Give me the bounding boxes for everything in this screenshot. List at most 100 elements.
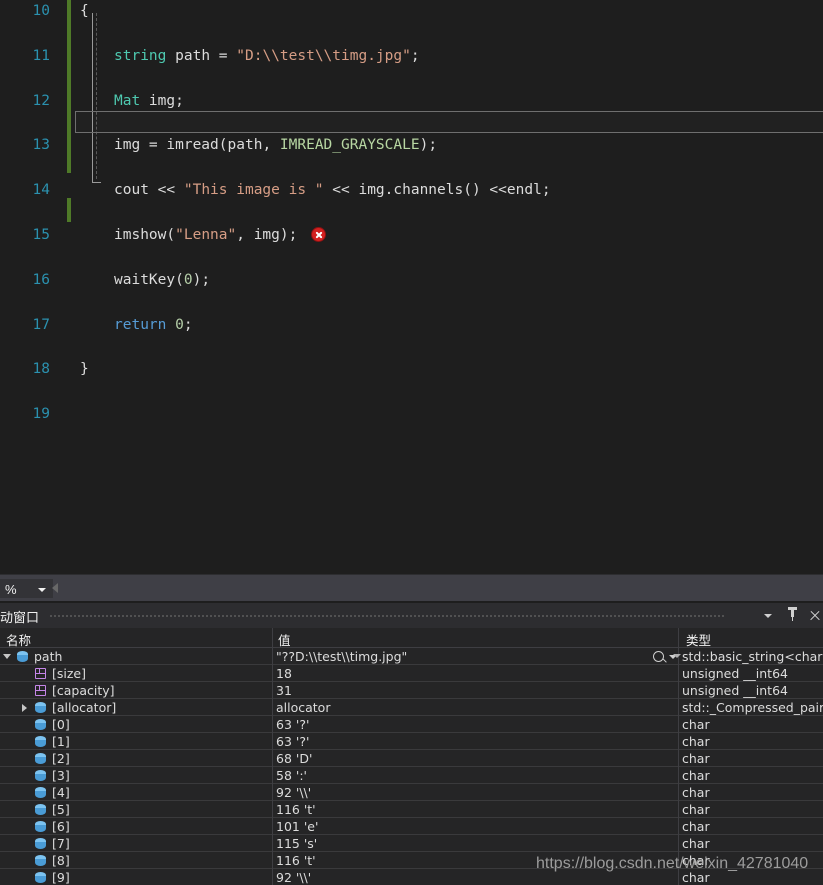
variable-value[interactable]: 58 ':'	[276, 768, 674, 783]
variable-value[interactable]: 116 't'	[276, 802, 674, 817]
close-button[interactable]	[806, 607, 823, 624]
code-token: "D:\\test\\timg.jpg"	[236, 47, 411, 64]
expand-arrow-icon[interactable]	[21, 704, 29, 712]
variable-value[interactable]: 63 '?'	[276, 717, 674, 732]
table-row[interactable]: path "??D:\\test\\timg.jpg" std::basic_str…	[0, 648, 823, 665]
code-lines-container[interactable]: 10 { 11 string path = "D:\\test\\timg.jpg";…	[0, 0, 823, 422]
column-divider[interactable]	[272, 628, 273, 648]
code-token: (	[166, 226, 176, 243]
code-line[interactable]: 18}	[0, 358, 823, 380]
code-text: return 0;	[114, 314, 193, 336]
zoom-level-value: %	[5, 582, 17, 597]
variable-type: std::_Compressed_pair...	[682, 700, 823, 715]
variable-name: path	[34, 649, 63, 664]
variable-value[interactable]: 92 '\\'	[276, 870, 674, 885]
variable-value[interactable]: 115 's'	[276, 836, 674, 851]
variable-value[interactable]: 92 '\\'	[276, 785, 674, 800]
table-row[interactable]: [5] 116 't' char	[0, 801, 823, 818]
code-token: <<	[157, 182, 184, 199]
code-token: ;	[541, 182, 551, 199]
code-line[interactable]: 17 return 0;	[0, 314, 823, 336]
sphere-bottom	[35, 842, 46, 849]
code-line[interactable]: 15 imshow("Lenna", img);	[0, 224, 823, 246]
pin-button[interactable]	[784, 607, 801, 624]
code-token: path	[175, 47, 211, 64]
autos-dropdown-button[interactable]	[760, 607, 777, 624]
scroll-left-arrow-icon[interactable]	[52, 583, 58, 593]
code-token: Mat	[114, 92, 141, 109]
variable-value[interactable]: 68 'D'	[276, 751, 674, 766]
table-row[interactable]: [7] 115 's' char	[0, 835, 823, 852]
variable-type: unsigned __int64	[682, 666, 788, 681]
table-row[interactable]: [0] 63 '?' char	[0, 716, 823, 733]
code-line[interactable]: 14 cout << "This image is " << img.channe…	[0, 179, 823, 201]
sphere-bottom	[35, 825, 46, 832]
collapse-arrow-icon[interactable]	[3, 653, 11, 661]
sphere-icon	[35, 804, 46, 815]
code-line[interactable]: 12 Mat img;	[0, 90, 823, 112]
chevron-down-icon[interactable]	[673, 654, 681, 658]
table-body[interactable]: path "??D:\\test\\timg.jpg" std::basic_str…	[0, 648, 823, 885]
variable-value[interactable]: allocator	[276, 700, 674, 715]
variable-name: [0]	[52, 717, 70, 732]
column-header-name[interactable]: 名称	[6, 630, 31, 649]
table-row[interactable]: [2] 68 'D' char	[0, 750, 823, 767]
variable-name: [6]	[52, 819, 70, 834]
code-token: waitKey	[114, 271, 176, 288]
variable-value[interactable]: 116 't'	[276, 853, 674, 868]
code-line[interactable]: 19	[0, 403, 823, 425]
code-token: ;	[288, 226, 298, 243]
sphere-icon	[35, 787, 46, 798]
variable-type: char	[682, 734, 710, 749]
cell-divider	[678, 699, 679, 716]
variable-value[interactable]: 101 'e'	[276, 819, 674, 834]
code-editor[interactable]: 10 { 11 string path = "D:\\test\\timg.jpg";…	[0, 0, 823, 574]
table-row[interactable]: [4] 92 '\\' char	[0, 784, 823, 801]
search-icon[interactable]	[653, 651, 664, 662]
variable-value[interactable]: 63 '?'	[276, 734, 674, 749]
code-token: img =	[114, 137, 167, 154]
sphere-icon	[35, 753, 46, 764]
cell-divider	[678, 716, 679, 733]
cell-divider	[272, 784, 273, 801]
autos-variables-table[interactable]: 名称 值 类型 path "??D:\\test\\timg.jpg" std::b…	[0, 628, 823, 885]
code-block-bracket	[92, 13, 101, 183]
code-token: ;	[428, 137, 438, 154]
cell-divider	[678, 835, 679, 852]
code-token: <<	[480, 182, 507, 199]
table-row[interactable]: [9] 92 '\\' char	[0, 869, 823, 885]
column-header-value[interactable]: 值	[278, 630, 291, 649]
code-line[interactable]: 16 waitKey(0);	[0, 269, 823, 291]
table-row[interactable]: [3] 58 ':' char	[0, 767, 823, 784]
editor-zoom-statusbar: %	[0, 574, 823, 601]
variable-value[interactable]: 31	[276, 683, 674, 698]
code-line[interactable]: 13 img = imread(path, IMREAD_GRAYSCALE);	[0, 134, 823, 156]
table-row[interactable]: [allocator] allocator std::_Compressed_pai…	[0, 699, 823, 716]
autos-panel-title: 自动窗口	[0, 611, 40, 626]
code-token: ()	[463, 182, 481, 199]
code-line[interactable]: 10 {	[0, 0, 823, 22]
drag-grip[interactable]	[49, 614, 726, 617]
variable-type: char	[682, 717, 710, 732]
code-token: cout	[114, 182, 158, 199]
sphere-bottom	[35, 774, 46, 781]
variable-value[interactable]: 18	[276, 666, 674, 681]
table-row[interactable]: [1] 63 '?' char	[0, 733, 823, 750]
variable-value[interactable]: "??D:\\test\\timg.jpg"	[276, 649, 674, 664]
sphere-bottom	[35, 740, 46, 747]
code-token: endl	[506, 182, 542, 199]
error-icon[interactable]	[311, 226, 327, 242]
table-row[interactable]: [8] 116 't' char	[0, 852, 823, 869]
zoom-level-dropdown[interactable]: %	[0, 578, 54, 599]
table-row[interactable]: [capacity] 31 unsigned __int64	[0, 682, 823, 699]
code-line[interactable]: 11 string path = "D:\\test\\timg.jpg";	[0, 45, 823, 67]
table-row[interactable]: [size] 18 unsigned __int64	[0, 665, 823, 682]
change-tracking-bar	[67, 0, 71, 174]
table-row[interactable]: [6] 101 'e' char	[0, 818, 823, 835]
line-number: 11	[32, 47, 50, 64]
column-divider[interactable]	[678, 628, 679, 648]
column-header-type[interactable]: 类型	[686, 630, 711, 649]
code-token: path	[227, 137, 263, 154]
cell-divider	[678, 767, 679, 784]
code-token: (	[175, 271, 184, 288]
